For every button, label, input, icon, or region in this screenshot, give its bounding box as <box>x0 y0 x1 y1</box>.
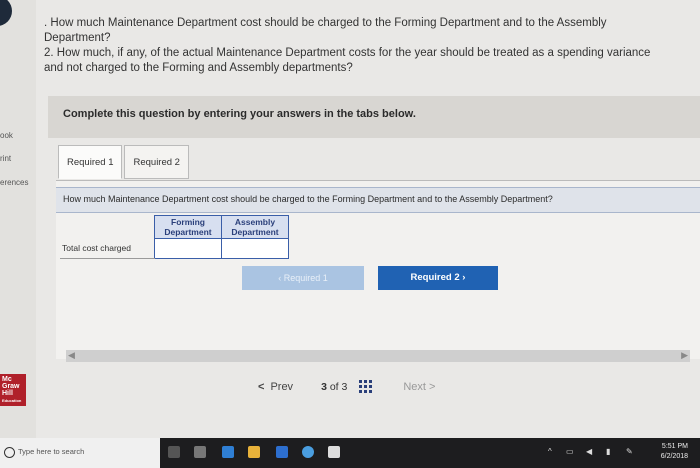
clock-time: 5:51 PM <box>661 443 688 450</box>
back-nav-circle[interactable] <box>0 0 12 26</box>
clock-date: 6/2/2018 <box>660 453 688 460</box>
chevron-right-icon: › <box>459 272 466 283</box>
chevron-up-icon[interactable]: ^ <box>548 447 552 456</box>
rail-item-print[interactable]: rint <box>0 154 11 163</box>
rail-item-references[interactable]: erences <box>0 178 28 187</box>
scroll-left-icon[interactable]: ◀ <box>68 350 75 361</box>
answer-table: Forming Department Assembly Department T… <box>60 215 289 259</box>
column-header-assembly: Assembly Department <box>221 215 289 239</box>
instructions-title: Complete this question by entering your … <box>63 108 416 120</box>
previous-requirement-button[interactable]: ‹ Required 1 <box>242 266 364 290</box>
tab-required-2[interactable]: Required 2 <box>124 145 189 179</box>
chevron-left-icon: < <box>258 381 265 393</box>
taskbar-search[interactable]: Type here to search <box>0 438 160 468</box>
left-rail: ook rint erences Mc Graw Hill Education <box>0 0 36 440</box>
network-icon[interactable]: ▭ <box>566 447 574 456</box>
tab-required-1[interactable]: Required 1 <box>58 145 123 179</box>
app-icon[interactable] <box>328 446 340 458</box>
browser-icon[interactable] <box>302 446 314 458</box>
question-grid-icon[interactable] <box>359 380 373 394</box>
task-view-icon[interactable] <box>194 446 206 458</box>
volume-icon[interactable]: ◀ <box>586 447 592 456</box>
row-label: Total cost charged <box>60 238 155 259</box>
question-line: 2. How much, if any, of the actual Maint… <box>44 47 651 59</box>
edge-icon[interactable] <box>222 446 234 458</box>
question-text: . How much Maintenance Department cost s… <box>44 16 694 76</box>
next-requirement-button[interactable]: Required 2 › <box>378 266 498 290</box>
question-line: . How much Maintenance Department cost s… <box>44 17 607 29</box>
prev-question-button[interactable]: < Prev <box>258 381 293 393</box>
windows-taskbar: Type here to search ^ ▭ ◀ ▮ ✎ 5:51 PM 6/… <box>0 438 700 468</box>
question-pager: < Prev 3 of 3 Next > <box>258 380 435 394</box>
next-question-button[interactable]: Next > <box>403 381 435 393</box>
scroll-right-icon[interactable]: ▶ <box>681 350 688 361</box>
rail-item-ebook[interactable]: ook <box>0 131 13 140</box>
prompt-band: How much Maintenance Department cost sho… <box>56 187 700 213</box>
store-icon[interactable] <box>276 446 288 458</box>
file-explorer-icon[interactable] <box>248 446 260 458</box>
chevron-right-icon: > <box>429 381 436 393</box>
forming-cost-input[interactable] <box>154 238 222 259</box>
battery-icon[interactable]: ▮ <box>606 447 610 456</box>
search-icon <box>4 447 15 458</box>
instructions-header: Complete this question by entering your … <box>48 96 700 138</box>
column-header-forming: Forming Department <box>154 215 222 239</box>
pen-icon[interactable]: ✎ <box>626 447 633 456</box>
table-row: Total cost charged <box>60 238 289 259</box>
question-line: Department? <box>44 32 111 44</box>
clock[interactable]: 5:51 PM 6/2/2018 <box>661 442 688 462</box>
page-indicator: 3 of 3 <box>321 381 348 393</box>
mcgraw-hill-logo: Mc Graw Hill Education <box>0 374 26 406</box>
question-line: and not charged to the Forming and Assem… <box>44 62 353 74</box>
requirement-tabs: Required 1 Required 2 <box>58 145 189 179</box>
prompt-text: How much Maintenance Department cost sho… <box>63 194 553 204</box>
search-placeholder: Type here to search <box>18 447 85 456</box>
assembly-cost-input[interactable] <box>221 238 289 259</box>
microphone-icon[interactable] <box>168 446 180 458</box>
horizontal-scrollbar[interactable]: ◀ ▶ <box>66 350 690 362</box>
